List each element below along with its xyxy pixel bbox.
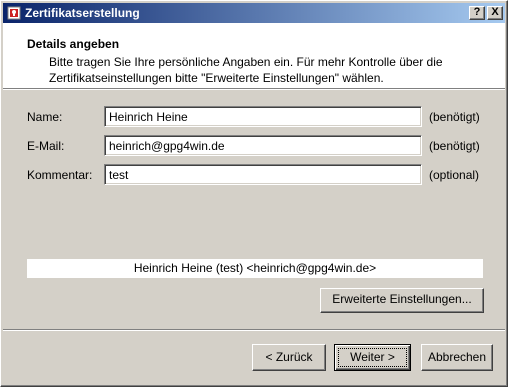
email-field[interactable] — [104, 135, 422, 156]
cancel-label: Abbrechen — [427, 350, 487, 364]
next-button[interactable]: Weiter > — [334, 344, 411, 371]
title-bar[interactable]: Zertifikatserstellung ? X — [3, 3, 505, 23]
header-divider — [3, 88, 505, 90]
back-button[interactable]: < Zurück — [252, 344, 326, 371]
window-title: Zertifikatserstellung — [25, 6, 140, 20]
close-button[interactable]: X — [487, 6, 503, 20]
back-label: < Zurück — [265, 350, 313, 364]
cancel-button[interactable]: Abbrechen — [421, 344, 493, 371]
header-panel: Details angeben Bitte tragen Sie Ihre pe… — [3, 23, 505, 88]
next-label: Weiter > — [350, 350, 395, 364]
page-title: Details angeben — [27, 37, 120, 51]
comment-label: Kommentar: — [27, 168, 93, 182]
comment-hint: (optional) — [429, 168, 480, 182]
comment-field[interactable] — [104, 164, 422, 185]
certificate-creation-dialog: Zertifikatserstellung ? X Details angebe… — [0, 0, 508, 387]
email-label: E-Mail: — [27, 139, 65, 153]
advanced-settings-label: Erweiterte Einstellungen... — [332, 292, 472, 306]
page-description: Bitte tragen Sie Ihre persönliche Angabe… — [49, 55, 443, 85]
user-id-preview: Heinrich Heine (test) <heinrich@gpg4win.… — [27, 259, 483, 278]
name-field[interactable] — [104, 106, 422, 127]
name-label: Name: — [27, 110, 63, 124]
email-hint: (benötigt) — [429, 139, 480, 153]
footer-divider — [3, 329, 505, 331]
name-hint: (benötigt) — [429, 110, 480, 124]
advanced-settings-button[interactable]: Erweiterte Einstellungen... — [320, 288, 484, 313]
app-icon — [7, 6, 21, 20]
help-button[interactable]: ? — [469, 6, 485, 20]
